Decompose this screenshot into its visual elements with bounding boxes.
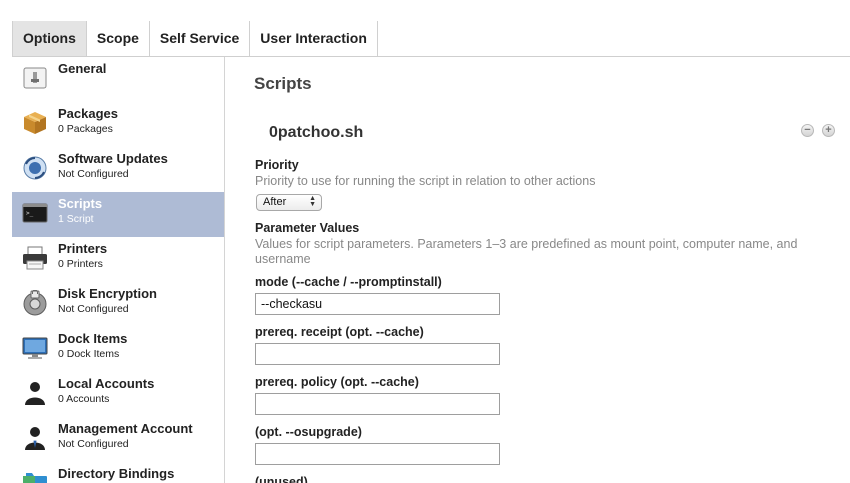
sidebar-item-management-account[interactable]: Management Account Not Configured: [12, 417, 224, 462]
sidebar-item-label: Software Updates: [58, 151, 168, 166]
sidebar-item-status: Not Configured: [58, 303, 129, 315]
sidebar-item-local-accounts[interactable]: Local Accounts 0 Accounts: [12, 372, 224, 417]
sidebar-item-status: Not Configured: [58, 168, 129, 180]
sidebar-item-label: Management Account: [58, 421, 193, 436]
tab-bar: Options Scope Self Service User Interact…: [12, 21, 850, 57]
sidebar-item-status: 0 Accounts: [58, 393, 110, 405]
priority-select-value: After: [263, 196, 287, 208]
parameter-4-label: mode (--cache / --promptinstall): [255, 275, 442, 289]
top-border: [12, 0, 850, 22]
svg-text:>_: >_: [26, 210, 34, 217]
sidebar-item-label: Disk Encryption: [58, 286, 157, 301]
parameter-7-input[interactable]: [255, 443, 500, 465]
parameter-7-label: (opt. --osupgrade): [255, 425, 362, 439]
tab-self-service[interactable]: Self Service: [149, 21, 251, 56]
parameter-values-description: Values for script parameters. Parameters…: [255, 237, 798, 266]
tab-options[interactable]: Options: [13, 21, 87, 56]
sidebar-item-packages[interactable]: Packages 0 Packages: [12, 102, 224, 147]
parameter-5-label: prereq. receipt (opt. --cache): [255, 325, 424, 339]
printer-icon: [22, 245, 48, 271]
user-icon: [22, 380, 48, 406]
select-arrows-icon: ▲ ▼: [309, 195, 316, 208]
remove-script-button[interactable]: −: [801, 124, 814, 137]
sidebar-item-status: 0 Dock Items: [58, 348, 120, 360]
directory-icon: [22, 470, 48, 483]
sidebar-item-status: 1 Script: [58, 213, 94, 225]
priority-label: Priority: [255, 158, 299, 172]
sidebar-item-status: 0 Printers: [58, 258, 103, 270]
tab-user-interaction[interactable]: User Interaction: [250, 21, 378, 56]
admin-user-icon: [22, 425, 48, 451]
disk-encryption-icon: [22, 289, 48, 316]
sidebar-item-general[interactable]: General: [12, 57, 224, 102]
parameter-5-input[interactable]: [255, 343, 500, 365]
sidebar-item-directory-bindings[interactable]: Directory Bindings: [12, 462, 224, 483]
sidebar-item-disk-encryption[interactable]: Disk Encryption Not Configured: [12, 282, 224, 327]
parameter-4-input[interactable]: [255, 293, 500, 315]
sidebar-item-status: 0 Packages: [58, 123, 113, 135]
sidebar-item-printers[interactable]: Printers 0 Printers: [12, 237, 224, 282]
sidebar-item-label: Local Accounts: [58, 376, 155, 391]
parameter-6-input[interactable]: [255, 393, 500, 415]
sidebar-item-scripts[interactable]: >_ Scripts 1 Script: [12, 192, 224, 237]
parameter-8-label: (unused): [255, 475, 308, 483]
sidebar-item-dock-items[interactable]: Dock Items 0 Dock Items: [12, 327, 224, 372]
tab-scope[interactable]: Scope: [86, 21, 150, 56]
sidebar-item-software-updates[interactable]: Software Updates Not Configured: [12, 147, 224, 192]
section-title: Scripts: [254, 74, 312, 93]
sidebar-item-label: Packages: [58, 106, 118, 121]
script-name: 0patchoo.sh: [269, 124, 364, 141]
software-update-icon: [22, 155, 48, 181]
monitor-icon: [22, 335, 48, 361]
main-panel: Scripts 0patchoo.sh − + Priority Priorit…: [225, 57, 850, 483]
add-script-button[interactable]: +: [822, 124, 835, 137]
package-icon: [22, 110, 48, 136]
priority-select[interactable]: After ▲ ▼: [256, 194, 322, 211]
sidebar-item-label: Directory Bindings: [58, 466, 175, 481]
sidebar-item-label: Printers: [58, 241, 108, 256]
sidebar: General Packages 0 Packages Software Upd…: [12, 57, 225, 483]
parameter-6-label: prereq. policy (opt. --cache): [255, 375, 419, 389]
parameter-values-label: Parameter Values: [255, 221, 360, 235]
sidebar-item-label: Scripts: [58, 196, 103, 211]
sidebar-item-status: Not Configured: [58, 438, 129, 450]
terminal-icon: >_: [22, 200, 48, 226]
general-icon: [22, 65, 48, 91]
sidebar-item-label: General: [58, 61, 107, 76]
priority-description: Priority to use for running the script i…: [255, 174, 596, 188]
sidebar-item-label: Dock Items: [58, 331, 128, 346]
